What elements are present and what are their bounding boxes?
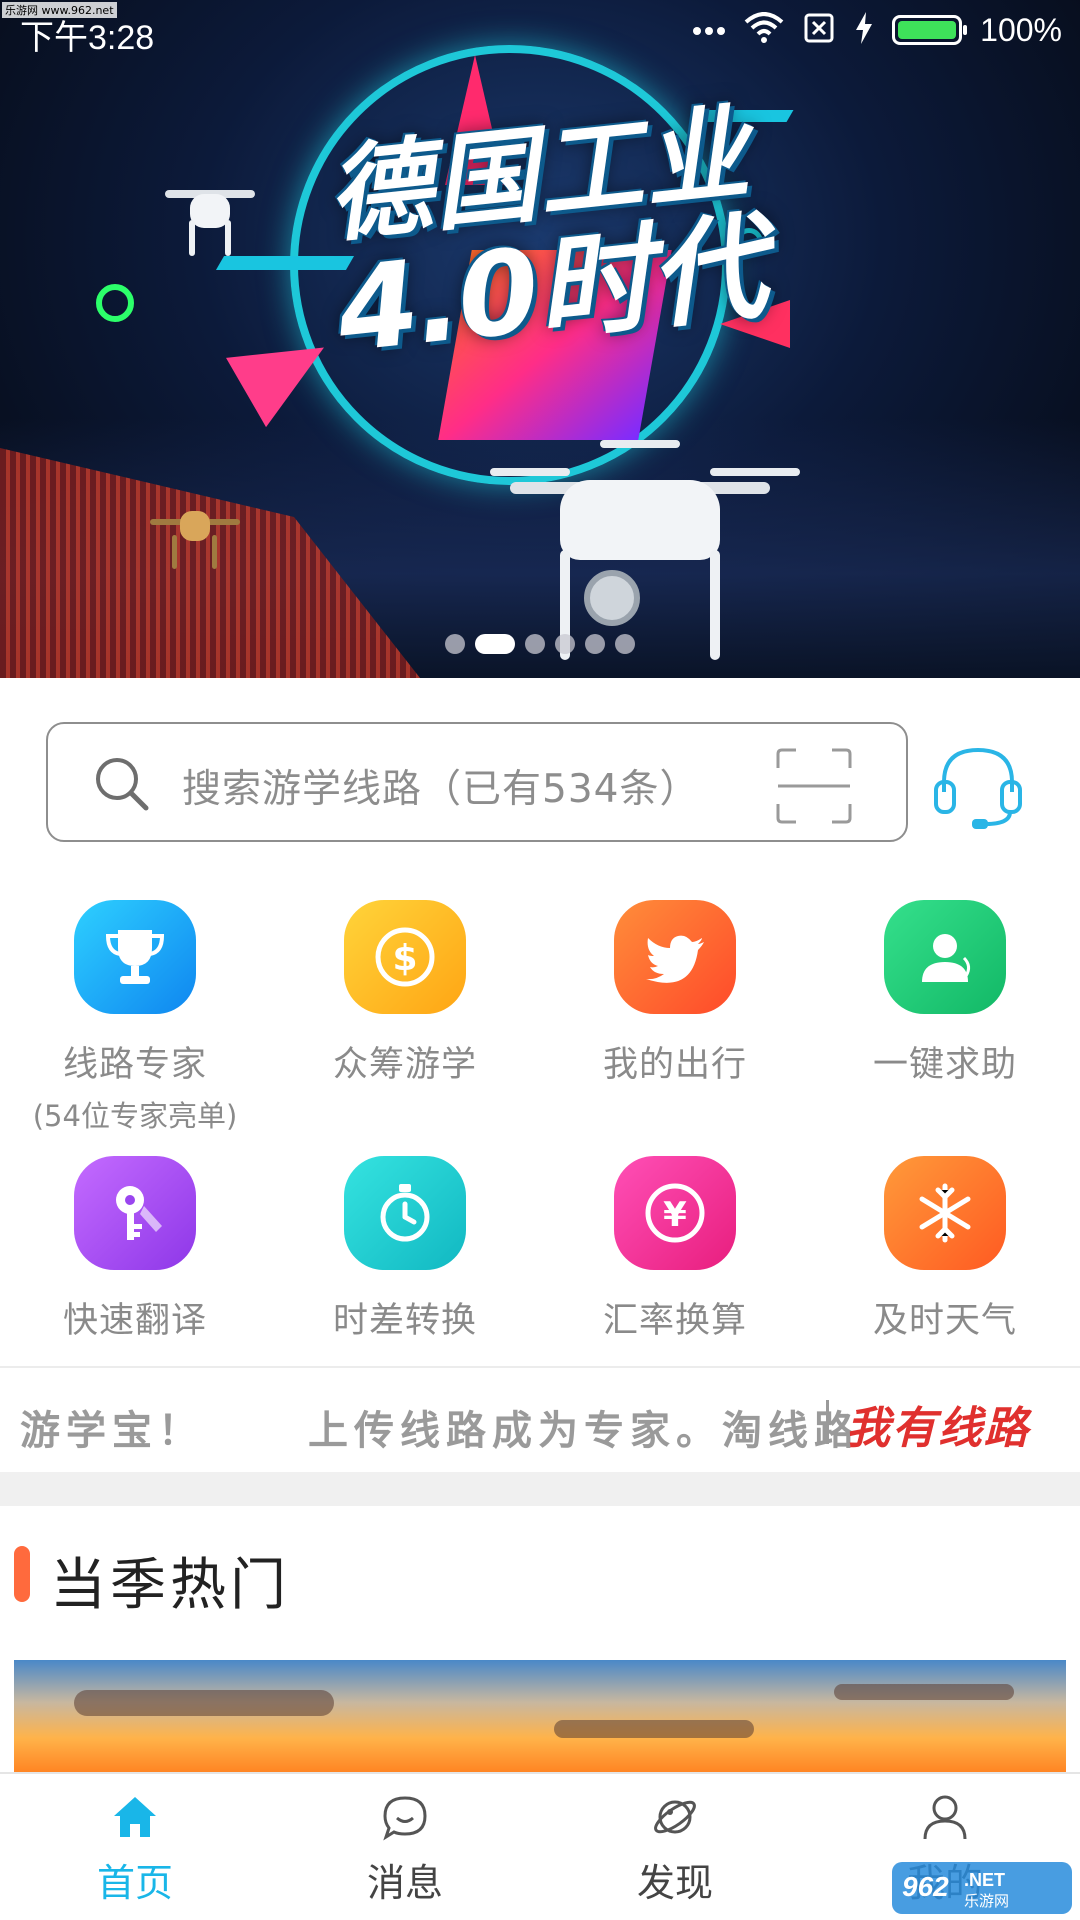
nav-home[interactable]: 首页 bbox=[0, 1774, 270, 1920]
pager-dot[interactable] bbox=[475, 634, 515, 654]
ticker-divider bbox=[826, 1400, 829, 1444]
cloud-shape bbox=[554, 1720, 754, 1738]
more-dots-icon bbox=[692, 21, 726, 40]
drone-leg bbox=[189, 220, 195, 256]
pager-dot[interactable] bbox=[615, 634, 635, 654]
feature-label: 汇率换算 bbox=[602, 1301, 747, 1341]
search-placeholder: 搜索游学线路（已有534条） bbox=[182, 767, 700, 812]
scan-icon[interactable] bbox=[776, 748, 852, 824]
battery-icon bbox=[892, 15, 968, 45]
feature-label: 我的出行 bbox=[602, 1045, 747, 1085]
hot-route-image[interactable] bbox=[14, 1660, 1066, 1780]
feature-label: 时差转换 bbox=[332, 1301, 477, 1341]
feature-item[interactable]: 我的出行 bbox=[540, 900, 810, 1087]
key-icon bbox=[74, 1156, 196, 1270]
drone-camera bbox=[584, 570, 640, 626]
drone-body bbox=[560, 480, 720, 560]
svg-text:.NET: .NET bbox=[964, 1870, 1005, 1890]
svg-text:¥: ¥ bbox=[663, 1195, 687, 1235]
drone-body bbox=[190, 194, 230, 228]
watermark: 乐游网 www.962.net bbox=[2, 2, 117, 18]
feature-item[interactable]: $ 众筹游学 bbox=[270, 900, 540, 1087]
section-spacer bbox=[0, 1472, 1080, 1506]
announcement-ticker[interactable]: 游学宝！ 上传线路成为专家。淘线路 我有线路 bbox=[0, 1366, 1080, 1472]
headset-icon[interactable] bbox=[930, 740, 1026, 830]
battery-percent: 100% bbox=[980, 11, 1062, 48]
stopwatch-icon bbox=[344, 1156, 466, 1270]
chat-icon bbox=[380, 1792, 430, 1842]
user-icon bbox=[920, 1792, 970, 1842]
feature-item[interactable]: 一键求助 bbox=[810, 900, 1080, 1087]
dollar-coin-icon: $ bbox=[344, 900, 466, 1014]
feature-label: 线路专家 bbox=[62, 1045, 207, 1085]
drone-body bbox=[180, 511, 210, 541]
feature-item[interactable]: ¥ 汇率换算 bbox=[540, 1156, 810, 1343]
propeller bbox=[600, 440, 680, 448]
propeller bbox=[490, 468, 570, 476]
section-header: 当季热门 bbox=[0, 1540, 1080, 1618]
section-accent-bar bbox=[14, 1546, 30, 1602]
hero-banner[interactable]: 德国工业 4.0时代 bbox=[0, 0, 1080, 678]
search-row: 搜索游学线路（已有534条） bbox=[0, 722, 1080, 844]
svg-text:$: $ bbox=[392, 938, 417, 979]
contact-icon bbox=[884, 900, 1006, 1014]
cloud-shape bbox=[74, 1690, 334, 1716]
nav-messages[interactable]: 消息 bbox=[270, 1774, 540, 1920]
pager-dot[interactable] bbox=[525, 634, 545, 654]
propeller bbox=[710, 468, 800, 476]
wifi-icon bbox=[744, 12, 784, 48]
status-icons: 100% bbox=[692, 10, 1062, 50]
pager-dot[interactable] bbox=[555, 634, 575, 654]
status-bar: 下午3:28 100% bbox=[0, 0, 1080, 60]
banner-circle bbox=[96, 284, 134, 322]
snowflake-icon bbox=[884, 1156, 1006, 1270]
ticker-text: 游学宝！ bbox=[20, 1408, 204, 1454]
banner-title: 德国工业 4.0时代 bbox=[304, 92, 786, 379]
feature-label: 快速翻译 bbox=[62, 1301, 207, 1341]
feature-item[interactable]: 快速翻译 bbox=[0, 1156, 270, 1343]
corner-logo: 962 .NET 乐游网 bbox=[892, 1862, 1072, 1914]
drone-image bbox=[150, 505, 240, 575]
home-icon bbox=[110, 1792, 160, 1842]
svg-text:962: 962 bbox=[902, 1871, 949, 1902]
charging-icon bbox=[854, 11, 874, 49]
svg-text:乐游网: 乐游网 bbox=[964, 1892, 1009, 1910]
feature-label: 及时天气 bbox=[872, 1301, 1017, 1341]
feature-item[interactable]: 及时天气 bbox=[810, 1156, 1080, 1343]
search-icon bbox=[92, 754, 152, 814]
trophy-icon bbox=[74, 900, 196, 1014]
feature-item[interactable]: 线路专家 (54位专家亮单) bbox=[0, 900, 270, 1135]
app-screen: 乐游网 www.962.net 下午3:28 100% 德国工业 4.0时代 搜… bbox=[0, 0, 1080, 1920]
yen-coin-icon: ¥ bbox=[614, 1156, 736, 1270]
nav-home-label: 首页 bbox=[96, 1861, 173, 1905]
drone-leg bbox=[225, 220, 231, 256]
nav-discover-label: 发现 bbox=[636, 1861, 713, 1905]
bird-icon bbox=[614, 900, 736, 1014]
feature-label: 一键求助 bbox=[872, 1045, 1017, 1085]
cloud-shape bbox=[834, 1684, 1014, 1700]
drone-leg bbox=[212, 535, 217, 569]
pager-dot[interactable] bbox=[585, 634, 605, 654]
drone-image bbox=[165, 180, 255, 260]
feature-sublabel: (54位专家亮单) bbox=[32, 1099, 238, 1133]
feature-item[interactable]: 时差转换 bbox=[270, 1156, 540, 1343]
feature-label: 众筹游学 bbox=[332, 1045, 477, 1085]
no-sim-icon bbox=[802, 11, 836, 49]
battery-fill bbox=[898, 21, 957, 39]
banner-pager[interactable] bbox=[0, 634, 1080, 654]
planet-icon bbox=[650, 1792, 700, 1842]
upload-route-button[interactable]: 我有线路 bbox=[846, 1392, 1030, 1456]
drone-leg bbox=[172, 535, 177, 569]
ticker-text: 上传线路成为专家。淘线路 bbox=[308, 1408, 860, 1454]
nav-messages-label: 消息 bbox=[366, 1861, 443, 1905]
pager-dot[interactable] bbox=[445, 634, 465, 654]
nav-discover[interactable]: 发现 bbox=[540, 1774, 810, 1920]
section-title: 当季热门 bbox=[50, 1553, 290, 1618]
search-input[interactable]: 搜索游学线路（已有534条） bbox=[46, 722, 908, 842]
